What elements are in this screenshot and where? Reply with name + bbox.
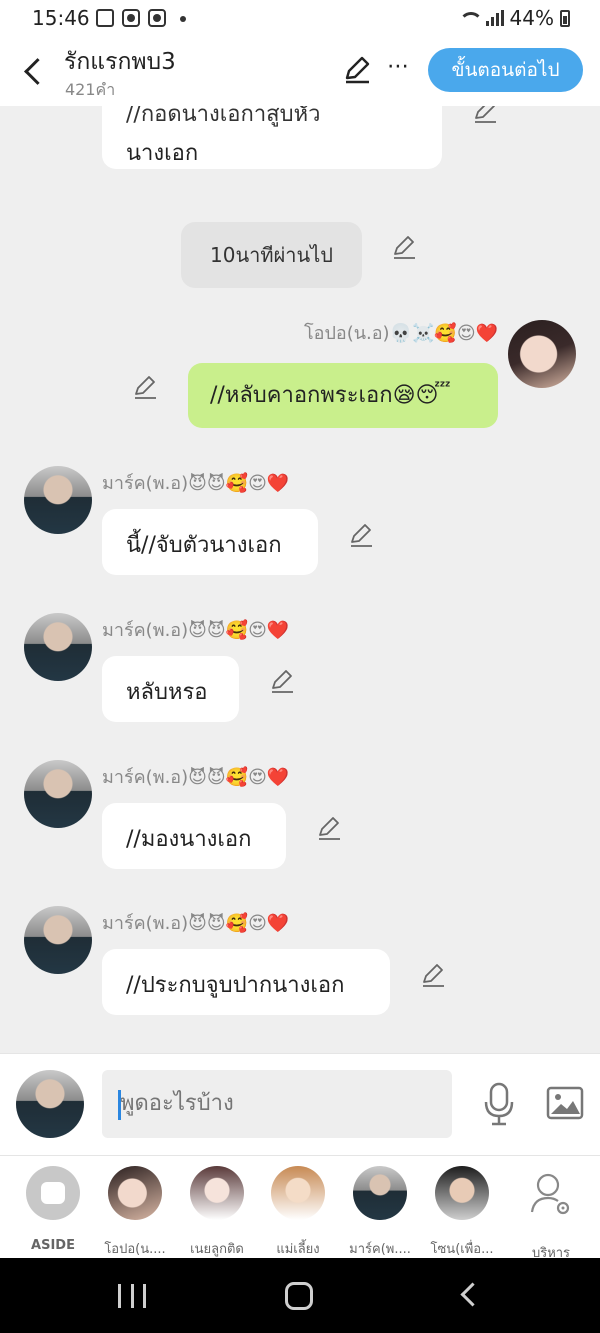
manage-characters-button[interactable]: บริหาร bbox=[511, 1166, 591, 1263]
message-bubble[interactable]: นี้//จับตัวนางเอก bbox=[102, 509, 318, 575]
back-button[interactable] bbox=[18, 54, 48, 88]
narration-bubble[interactable]: 10นาทีผ่านไป bbox=[181, 222, 362, 288]
edit-pencil-icon[interactable] bbox=[420, 962, 446, 988]
battery-icon bbox=[560, 9, 570, 27]
next-step-button[interactable]: ขั้นตอนต่อไป bbox=[428, 48, 583, 92]
character-aside[interactable]: ASIDE bbox=[13, 1166, 93, 1253]
character-avatar bbox=[435, 1166, 489, 1220]
microphone-icon[interactable] bbox=[482, 1082, 516, 1126]
edit-pencil-icon[interactable] bbox=[269, 668, 295, 694]
wifi-icon bbox=[458, 10, 483, 26]
story-title: รักแรกพบ3 bbox=[64, 49, 176, 75]
avatar-mark[interactable] bbox=[24, 466, 92, 534]
character-label: มาร์ค(พ.... bbox=[349, 1242, 411, 1257]
avatar-mark[interactable] bbox=[24, 906, 92, 974]
status-bar: 15:46 44% bbox=[0, 0, 600, 36]
message-text-cut: //กอดนางเอกาสูบหัว bbox=[126, 106, 321, 127]
message-input[interactable] bbox=[102, 1070, 452, 1138]
message-bubble[interactable]: //มองนางเอก bbox=[102, 803, 286, 869]
character-label: โซน(เพื่อ... bbox=[430, 1242, 494, 1257]
battery-percent: 44% bbox=[509, 6, 554, 30]
character-avatar bbox=[271, 1166, 325, 1220]
system-navigation-bar bbox=[0, 1258, 600, 1333]
image-upload-icon[interactable] bbox=[546, 1086, 584, 1120]
aside-icon bbox=[26, 1166, 80, 1220]
sender-name: มาร์ค(พ.อ)😈😈🥰😍❤️ bbox=[102, 620, 290, 641]
status-right: 44% bbox=[458, 6, 570, 30]
avatar-mark[interactable] bbox=[24, 613, 92, 681]
message-bubble-mine[interactable]: //หลับคาอกพระเอก😪😴 bbox=[188, 363, 498, 428]
status-time: 15:46 bbox=[32, 6, 90, 30]
character-avatar bbox=[190, 1166, 244, 1220]
avatar-mark[interactable] bbox=[24, 760, 92, 828]
manage-characters-icon bbox=[530, 1173, 570, 1215]
more-options-button[interactable]: ⋯ bbox=[384, 52, 412, 82]
edit-pencil-icon[interactable] bbox=[348, 522, 374, 548]
character-noei[interactable]: เนยลูกติด bbox=[177, 1166, 257, 1259]
character-opor[interactable]: โอปอ(น.... bbox=[95, 1166, 175, 1259]
text-caret bbox=[118, 1090, 121, 1120]
message-input-bar bbox=[0, 1053, 600, 1155]
edit-pencil-icon[interactable] bbox=[472, 106, 498, 124]
chat-area[interactable]: //กอดนางเอกาสูบหัว นางเอก 10นาทีผ่านไป โ… bbox=[0, 106, 600, 1053]
edit-pencil-icon[interactable] bbox=[316, 815, 342, 841]
record-notification-icon-2 bbox=[148, 9, 166, 27]
character-bar: ASIDE โอปอ(น.... เนยลูกติด แม่เลี้ยง มาร… bbox=[0, 1155, 600, 1261]
record-notification-icon bbox=[122, 9, 140, 27]
more-notifications-icon bbox=[180, 16, 186, 22]
sender-name: มาร์ค(พ.อ)😈😈🥰😍❤️ bbox=[102, 473, 290, 494]
character-label: เนยลูกติด bbox=[190, 1242, 244, 1257]
signal-icon bbox=[485, 10, 504, 26]
gallery-notification-icon bbox=[96, 9, 114, 27]
sender-name: มาร์ค(พ.อ)😈😈🥰😍❤️ bbox=[102, 913, 290, 934]
character-zone[interactable]: โซน(เพื่อ... bbox=[422, 1166, 502, 1259]
sender-name-mine: โอปอ(น.อ)💀☠️🥰😍❤️ bbox=[303, 323, 498, 344]
character-label: โอปอ(น.... bbox=[104, 1242, 166, 1257]
word-count: 421คำ bbox=[65, 80, 116, 99]
chat-header: รักแรกพบ3 421คำ ⋯ ขั้นตอนต่อไป bbox=[0, 36, 600, 106]
character-label: แม่เลี้ยง bbox=[276, 1242, 320, 1257]
character-mark[interactable]: มาร์ค(พ.... bbox=[340, 1166, 420, 1259]
avatar-mine[interactable] bbox=[508, 320, 576, 388]
character-label: ASIDE bbox=[31, 1238, 75, 1253]
message-bubble[interactable]: //ประกบจูบปากนางเอก bbox=[102, 949, 390, 1015]
sender-name: มาร์ค(พ.อ)😈😈🥰😍❤️ bbox=[102, 767, 290, 788]
system-back-button[interactable] bbox=[458, 1284, 478, 1304]
home-button[interactable] bbox=[285, 1282, 313, 1310]
message-bubble[interactable]: หลับหรอ bbox=[102, 656, 239, 722]
edit-pencil-icon[interactable] bbox=[132, 374, 158, 400]
character-avatar bbox=[353, 1166, 407, 1220]
edit-pencil-icon[interactable] bbox=[391, 234, 417, 260]
message-bubble[interactable]: //กอดนางเอกาสูบหัว นางเอก bbox=[102, 106, 442, 169]
character-avatar bbox=[108, 1166, 162, 1220]
character-stepmother[interactable]: แม่เลี้ยง bbox=[258, 1166, 338, 1259]
current-speaker-avatar[interactable] bbox=[16, 1070, 84, 1138]
edit-pencil-icon[interactable] bbox=[342, 54, 372, 84]
recent-apps-button[interactable] bbox=[118, 1284, 146, 1308]
message-text: นางเอก bbox=[126, 141, 199, 166]
